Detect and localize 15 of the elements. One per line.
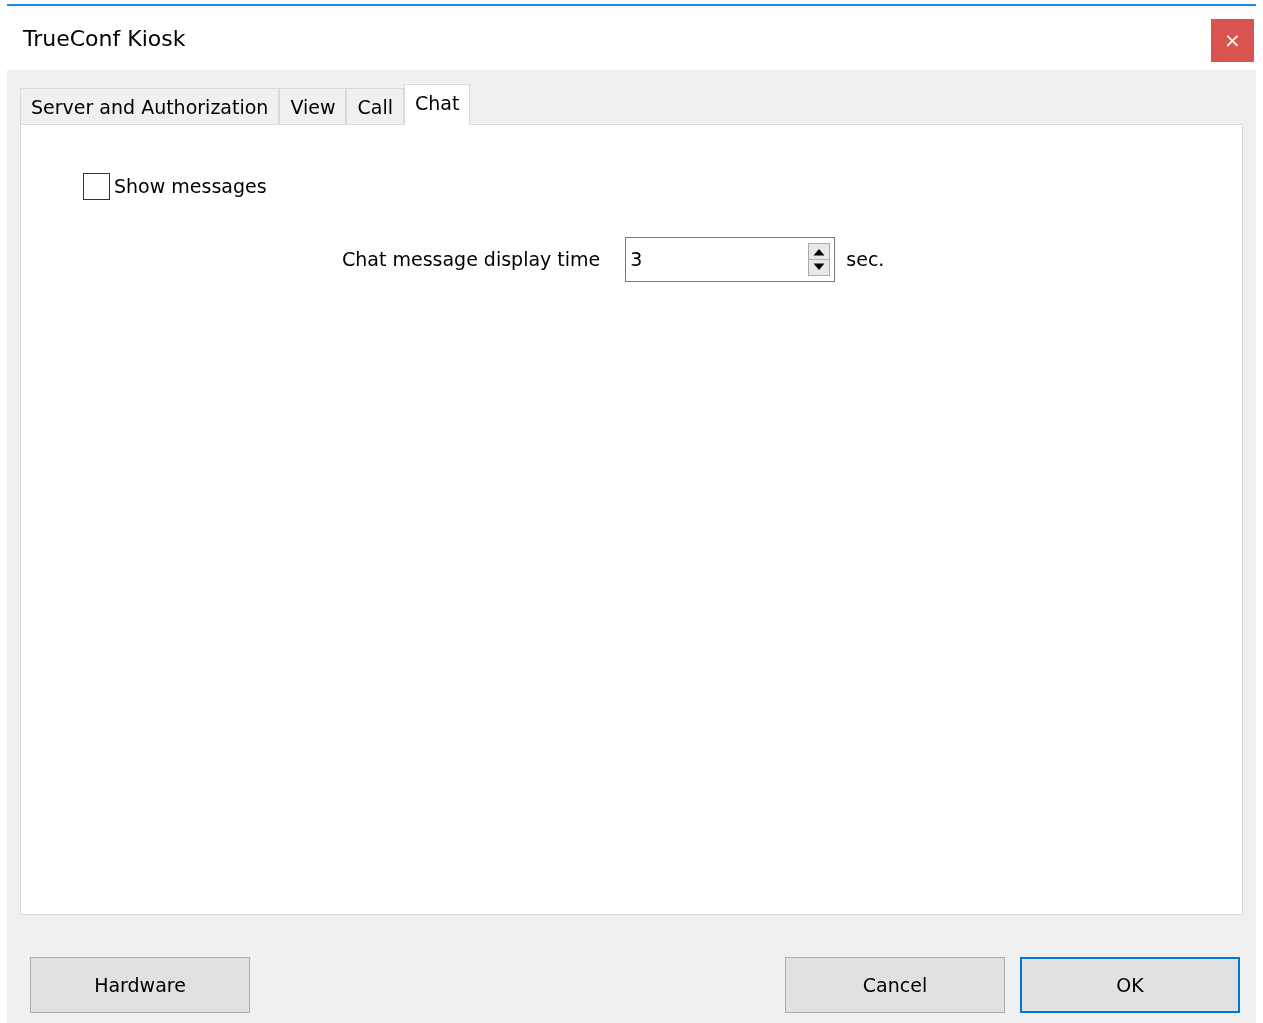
tab[interactable]: View [279,88,347,124]
tab[interactable]: Chat [403,84,471,125]
field-label: Chat message display time [342,246,601,272]
spin-arrows-icon[interactable] [808,242,831,276]
spin-field[interactable]: 3 [625,236,836,282]
checkbox[interactable] [83,172,110,200]
dialog-button[interactable]: Hardware [30,957,250,1013]
unit-label: sec. [846,246,885,272]
dialog-button[interactable]: OK [1020,957,1240,1013]
checkbox-label: Show messages [114,174,267,199]
dialog-button[interactable]: Cancel [785,957,1005,1013]
tab[interactable]: Server and Authorization [20,88,280,124]
close-button[interactable]: × [1211,18,1254,62]
tab[interactable]: Call [346,88,404,124]
window-title: TrueConf Kiosk [23,24,186,53]
